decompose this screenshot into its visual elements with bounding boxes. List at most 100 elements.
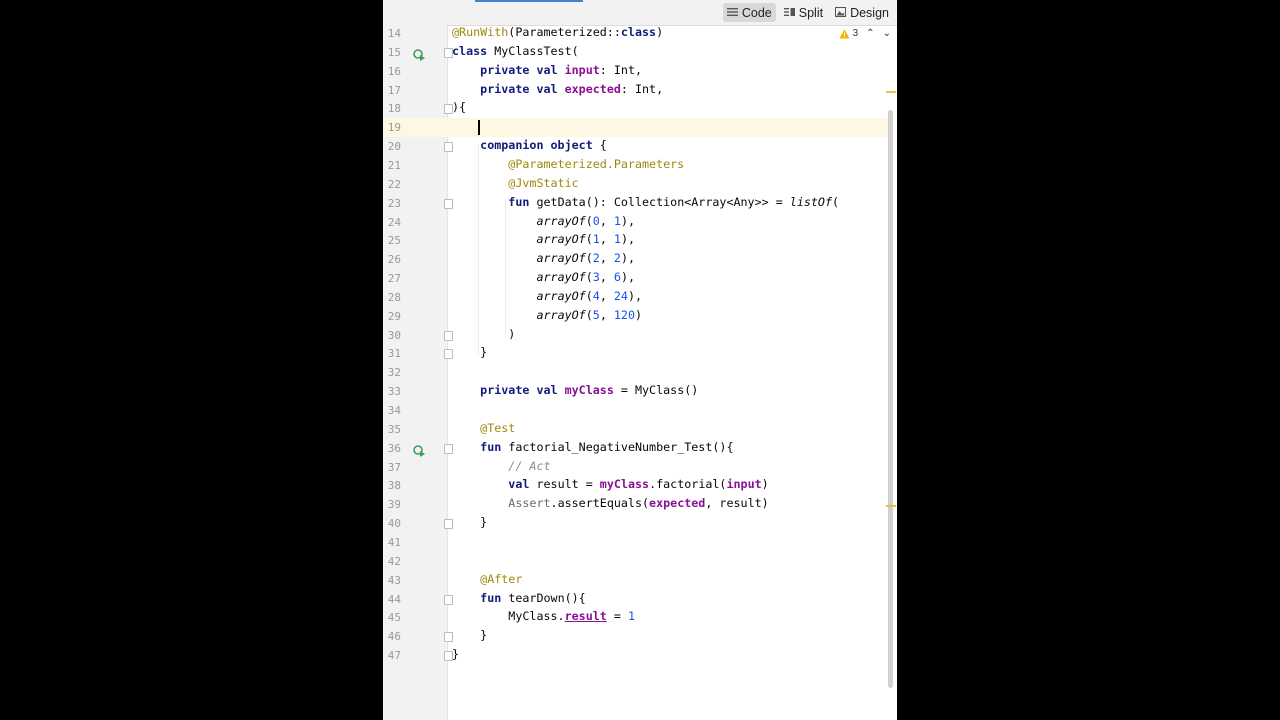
code-token: 1 [613,232,621,247]
inspection-widget[interactable]: 3 ⌃ ⌄ [839,28,891,39]
code-token: ) [635,307,643,322]
line-number: 41 [387,535,401,549]
line-number: 14 [387,27,401,40]
previous-highlight-icon[interactable]: ⌃ [866,28,874,39]
code-token: ( [585,270,593,285]
code-line[interactable]: 27 arrayOf(3, 6), [383,269,889,288]
code-token: class [452,43,488,58]
code-token: @After [480,571,523,586]
error-stripe-mark[interactable] [886,505,896,508]
code-line[interactable]: 47} [383,646,889,665]
fold-toggle-icon[interactable] [444,632,453,643]
fold-toggle-icon[interactable] [444,443,453,454]
mode-split-button[interactable]: Split [780,3,827,22]
code-line[interactable]: 17 private val expected: Int, [383,81,889,100]
fold-toggle-icon[interactable] [444,198,453,209]
line-number: 47 [387,649,401,663]
line-number: 39 [387,498,401,512]
code-text: // Act [452,459,550,473]
fold-toggle-icon[interactable] [444,519,453,530]
code-line[interactable]: 40 } [383,514,889,533]
next-highlight-icon[interactable]: ⌄ [883,28,891,39]
code-line[interactable]: 44 fun tearDown(){ [383,590,889,609]
code-line[interactable]: 15 class MyClassTest( [383,43,889,62]
code-editor: Code Split Design 14 @RunWith(Parameterized… [383,0,897,720]
code-line[interactable]: 46 } [383,627,889,646]
code-token: : Int, [620,81,664,96]
code-line[interactable]: 33 private val myClass = MyClass() [383,382,889,401]
code-token: tearDown(){ [501,590,586,605]
code-line[interactable]: 21 @Parameterized.Parameters [383,156,889,175]
vertical-scrollbar[interactable] [888,110,893,688]
fold-toggle-icon[interactable] [444,349,453,360]
code-token: .factorial( [649,477,727,492]
code-token: fun [480,590,502,605]
code-token: .assertEquals( [550,496,650,511]
fold-toggle-icon[interactable] [444,142,453,153]
mode-label: Design [850,5,889,20]
code-token: 1 [592,232,600,247]
warning-indicator[interactable]: 3 [839,28,858,39]
code-line[interactable]: 32 [383,363,889,382]
code-line[interactable]: 34 [383,401,889,420]
code-token: 2 [613,251,621,266]
code-token: ){ [452,100,467,115]
code-line[interactable]: 39 Assert.assertEquals(expected, result) [383,495,889,514]
fold-toggle-icon[interactable] [444,594,453,605]
code-line[interactable]: 35 @Test [383,420,889,439]
code-line[interactable]: 28 arrayOf(4, 24), [383,288,889,307]
line-number: 31 [387,347,401,361]
mode-code-button[interactable]: Code [722,3,776,22]
code-token: ), [620,270,636,285]
code-line[interactable]: 45 MyClass.result = 1 [383,608,889,627]
code-token: arrayOf [536,251,586,266]
run-test-icon[interactable] [413,46,425,61]
code-token: } [452,345,488,360]
code-token: 5 [592,307,600,322]
code-line[interactable]: 37 // Act [383,458,889,477]
fold-toggle-icon[interactable] [444,651,453,662]
code-line[interactable]: 24 arrayOf(0, 1), [383,213,889,232]
mode-design-button[interactable]: Design [831,3,893,22]
code-line[interactable]: 36 fun factorial_NegativeNumber_Test(){ [383,439,889,458]
code-line[interactable]: 31 } [383,344,889,363]
fold-toggle-icon[interactable] [444,104,453,115]
active-tab-indicator [475,0,583,2]
code-text: MyClass.result = 1 [452,609,635,623]
fold-toggle-icon[interactable] [444,330,453,341]
code-line[interactable]: 30 ) [383,326,889,345]
error-stripe-mark[interactable] [886,90,896,93]
code-token: ( [585,251,593,266]
code-line[interactable]: 26 arrayOf(2, 2), [383,250,889,269]
code-line[interactable]: 20 companion object { [383,137,889,156]
code-text: ){ [452,100,466,114]
code-line[interactable]: 14 @RunWith(Parameterized::class) [383,24,889,43]
code-token: 2 [592,251,600,266]
code-line[interactable]: 38 val result = myClass.factorial(input) [383,476,889,495]
code-token: @Parameterized.Parameters [508,156,685,171]
line-number: 27 [387,272,401,286]
run-test-icon[interactable] [413,442,425,457]
code-line[interactable]: 42 [383,552,889,571]
code-line[interactable]: 18){ [383,99,889,118]
code-token: ) [761,477,769,492]
code-line[interactable]: 43 @After [383,571,889,590]
line-number: 34 [387,404,401,417]
code-text: arrayOf(4, 24), [452,289,642,303]
line-number: 36 [387,441,401,455]
code-line[interactable]: 41 [383,533,889,552]
code-line[interactable]: 19 [383,118,889,138]
code-line[interactable]: 25 arrayOf(1, 1), [383,231,889,250]
code-line[interactable]: 16 private val input: Int, [383,62,889,81]
code-token: fun [508,194,530,209]
fold-toggle-icon[interactable] [444,47,453,58]
code-line[interactable]: 29 arrayOf(5, 120) [383,307,889,326]
code-line[interactable]: 22 @JvmStatic [383,175,889,194]
code-token: { [592,138,607,153]
code-line[interactable]: 23 fun getData(): Collection<Array<Any>>… [383,194,889,213]
